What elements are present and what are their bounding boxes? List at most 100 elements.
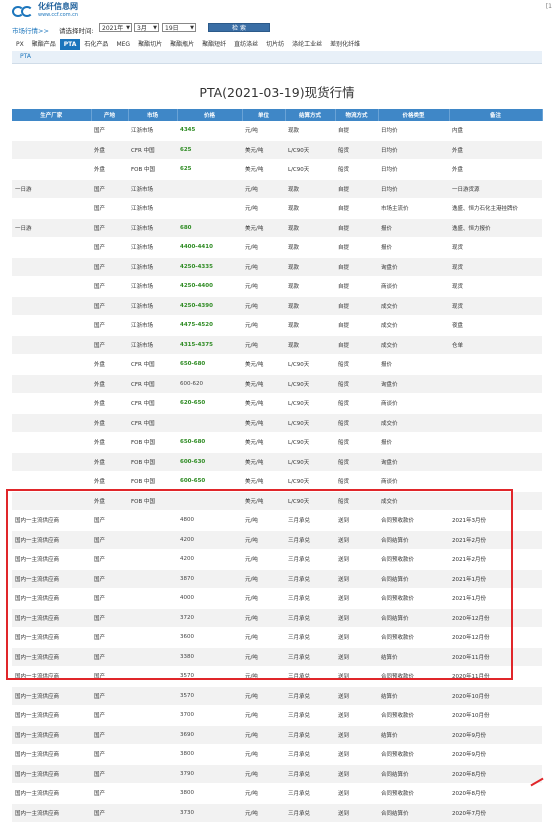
price-cell: 3700 bbox=[177, 705, 242, 726]
remark-cell: 2020年10月份 bbox=[449, 686, 542, 706]
producer-cell bbox=[12, 121, 91, 141]
origin-cell: 外盘 bbox=[91, 393, 128, 414]
settlement-cell: 现款 bbox=[285, 237, 335, 258]
producer-cell: 国内一主流供应商 bbox=[12, 530, 91, 550]
market-cell: CFR 中国 bbox=[128, 140, 177, 160]
tab-item[interactable]: 石化产品 bbox=[80, 39, 112, 50]
settlement-cell: 现款 bbox=[285, 179, 335, 199]
table-row: 国产 江浙市场 4250-4400 元/吨 现款 自提 商谈价 现货 bbox=[12, 276, 542, 297]
market-cell bbox=[128, 666, 177, 687]
remark-cell bbox=[449, 432, 542, 453]
remark-cell: 逸盛、恒力石化主港挂牌价 bbox=[449, 198, 542, 219]
unit-cell: 美元/吨 bbox=[242, 432, 285, 453]
logistics-cell: 自提 bbox=[335, 296, 378, 316]
search-button[interactable]: 检 索 bbox=[208, 23, 270, 32]
logistics-cell: 自提 bbox=[335, 198, 378, 219]
unit-cell: 元/吨 bbox=[242, 179, 285, 199]
remark-cell: 2021年3月份 bbox=[449, 510, 542, 531]
remark-cell: 夜盘 bbox=[449, 315, 542, 336]
site-logo[interactable]: 化纤信息网 www.ccf.com.cn bbox=[12, 3, 78, 19]
settlement-cell: 三月承兑 bbox=[285, 725, 335, 745]
price-cell: 680 bbox=[177, 218, 242, 238]
tab-item[interactable]: 直纺涤丝 bbox=[230, 39, 262, 50]
day-select[interactable]: 19日 ▼ bbox=[162, 23, 196, 32]
unit-cell: 美元/吨 bbox=[242, 491, 285, 511]
price-type-cell: 询盘价 bbox=[378, 374, 449, 394]
tab-item[interactable]: MEG bbox=[112, 39, 134, 50]
origin-cell: 国产 bbox=[91, 569, 128, 589]
market-cell: 江浙市场 bbox=[128, 257, 177, 277]
page-title: PTA(2021-03-19)现货行情 bbox=[199, 85, 355, 100]
origin-cell: 国产 bbox=[91, 276, 128, 297]
market-cell: CFR 中国 bbox=[128, 354, 177, 375]
remark-cell: 现货 bbox=[449, 257, 542, 277]
price-type-cell: 市场主流价 bbox=[378, 198, 449, 219]
settlement-cell: L/C90天 bbox=[285, 354, 335, 375]
market-cell bbox=[128, 588, 177, 609]
origin-cell: 国产 bbox=[91, 744, 128, 765]
origin-cell: 国产 bbox=[91, 198, 128, 219]
month-select-value: 3月 bbox=[137, 25, 147, 32]
price-type-cell: 合同预收款价 bbox=[378, 666, 449, 687]
tab-item[interactable]: 聚酯产品 bbox=[28, 39, 60, 50]
remark-cell bbox=[449, 471, 542, 492]
remark-cell bbox=[449, 452, 542, 472]
logistics-cell: 自提 bbox=[335, 335, 378, 355]
producer-cell: 国内一主流供应商 bbox=[12, 744, 91, 765]
market-cell bbox=[128, 549, 177, 570]
logistics-cell: 船货 bbox=[335, 491, 378, 511]
producer-cell bbox=[12, 452, 91, 472]
price-type-cell: 报价 bbox=[378, 432, 449, 453]
price-cell: 3790 bbox=[177, 764, 242, 784]
producer-cell: 国内一主流供应商 bbox=[12, 510, 91, 531]
producer-cell: 国内一主流供应商 bbox=[12, 686, 91, 706]
unit-cell: 元/吨 bbox=[242, 530, 285, 550]
tab-item[interactable]: 聚酯短纤 bbox=[198, 39, 230, 50]
logistics-cell: 送到 bbox=[335, 647, 378, 667]
price-type-cell: 合同结算价 bbox=[378, 569, 449, 589]
logo-title: 化纤信息网 bbox=[38, 2, 78, 11]
unit-cell: 元/吨 bbox=[242, 705, 285, 726]
remark-cell bbox=[449, 491, 542, 511]
origin-cell: 外盘 bbox=[91, 413, 128, 433]
tab-item[interactable]: 聚酯瓶片 bbox=[166, 39, 198, 50]
tab-item[interactable]: 差别化纤维 bbox=[326, 39, 364, 50]
settlement-cell: 三月承兑 bbox=[285, 530, 335, 550]
tab-item[interactable]: 涤纶工业丝 bbox=[288, 39, 326, 50]
origin-cell: 外盘 bbox=[91, 452, 128, 472]
tab-item[interactable]: 切片纺 bbox=[262, 39, 288, 50]
column-header: 生产厂家 bbox=[12, 109, 92, 121]
producer-cell: 国内一主流供应商 bbox=[12, 569, 91, 589]
table-row: 外盘 FOB 中国 625 美元/吨 L/C90天 船货 日均价 外盘 bbox=[12, 159, 542, 180]
settlement-cell: 现款 bbox=[285, 218, 335, 238]
tab-item[interactable]: PX bbox=[12, 39, 28, 50]
month-select[interactable]: 3月 ▼ bbox=[134, 23, 159, 32]
unit-cell: 元/吨 bbox=[242, 549, 285, 570]
table-row: 国内一主流供应商 国产 3790 元/吨 三月承兑 送到 合同结算价 2020年8月份 bbox=[12, 764, 542, 784]
tab-item[interactable]: PTA bbox=[59, 39, 81, 50]
tab-item[interactable]: 聚酯切片 bbox=[134, 39, 166, 50]
price-type-cell: 结算价 bbox=[378, 647, 449, 667]
producer-cell: 国内一主流供应商 bbox=[12, 588, 91, 609]
origin-cell: 国产 bbox=[91, 686, 128, 706]
remark-cell: 2020年8月份 bbox=[449, 783, 542, 804]
logistics-cell: 送到 bbox=[335, 510, 378, 531]
settlement-cell: 现款 bbox=[285, 335, 335, 355]
price-cell: 4345 bbox=[177, 121, 242, 141]
remark-cell: 2020年9月份 bbox=[449, 725, 542, 745]
producer-cell: 国内一主流供应商 bbox=[12, 725, 91, 745]
unit-cell: 元/吨 bbox=[242, 764, 285, 784]
unit-cell: 元/吨 bbox=[242, 296, 285, 316]
settlement-cell: 现款 bbox=[285, 257, 335, 277]
table-row: 国内一主流供应商 国产 3570 元/吨 三月承兑 送到 合同预收款价 2020年11月份 bbox=[12, 666, 542, 687]
price-type-cell: 报价 bbox=[378, 237, 449, 258]
logistics-cell: 送到 bbox=[335, 627, 378, 648]
price-type-cell: 成交价 bbox=[378, 413, 449, 433]
year-select[interactable]: 2021年 ▼ bbox=[99, 23, 132, 32]
column-header: 产地 bbox=[91, 109, 129, 121]
settlement-cell: 现款 bbox=[285, 121, 335, 141]
breadcrumb[interactable]: 市场行情>> bbox=[12, 25, 49, 35]
unit-cell: 元/吨 bbox=[242, 121, 285, 141]
price-type-cell: 日均价 bbox=[378, 179, 449, 199]
settlement-cell: L/C90天 bbox=[285, 374, 335, 394]
